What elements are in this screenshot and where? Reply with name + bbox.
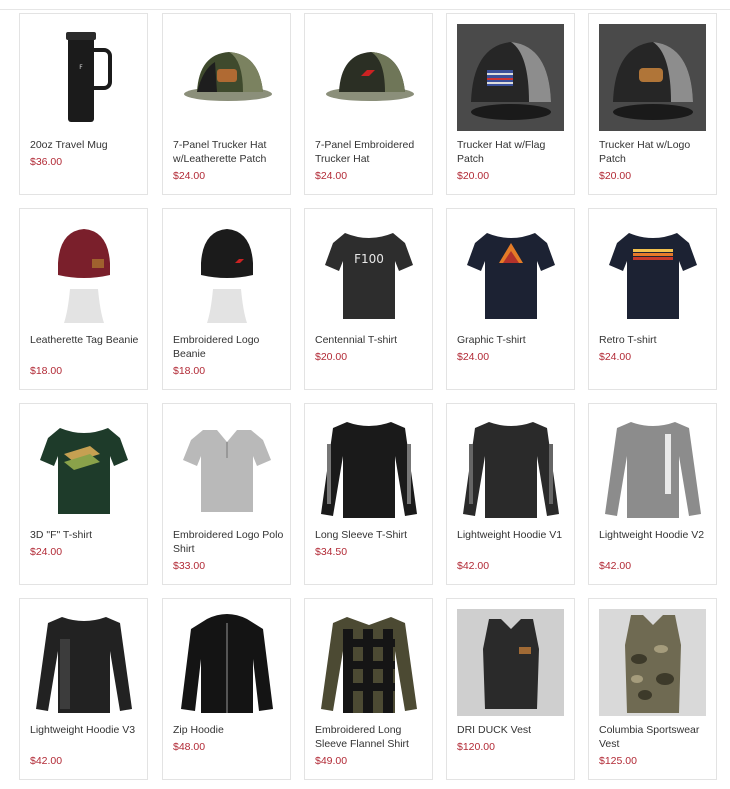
- product-name[interactable]: Embroidered Logo Beanie: [173, 333, 285, 361]
- product-card[interactable]: Embroidered Logo Polo Shirt $33.00: [162, 403, 291, 585]
- svg-text:F100: F100: [354, 252, 384, 266]
- svg-text:F: F: [79, 64, 83, 71]
- product-card[interactable]: DRI DUCK Vest $120.00: [446, 598, 575, 780]
- product-name[interactable]: Zip Hoodie: [173, 723, 285, 737]
- product-card[interactable]: F100 Centennial T-shirt $20.00: [304, 208, 433, 390]
- product-card[interactable]: Lightweight Hoodie V3 $42.00: [19, 598, 148, 780]
- product-card[interactable]: Leatherette Tag Beanie $18.00: [19, 208, 148, 390]
- product-card[interactable]: Long Sleeve T-Shirt $34.50: [304, 403, 433, 585]
- product-name[interactable]: 7-Panel Trucker Hat w/Leatherette Patch: [173, 138, 285, 166]
- product-name[interactable]: Leatherette Tag Beanie: [30, 333, 142, 347]
- product-price: $42.00: [457, 560, 490, 572]
- polo-icon[interactable]: [173, 414, 280, 521]
- product-price: $24.00: [457, 351, 490, 363]
- long-sleeve-icon[interactable]: [315, 414, 422, 521]
- product-price: $20.00: [599, 170, 632, 182]
- product-name[interactable]: Embroidered Long Sleeve Flannel Shirt: [315, 723, 427, 751]
- product-card[interactable]: Columbia Sportswear Vest $125.00: [588, 598, 717, 780]
- product-name[interactable]: Graphic T-shirt: [457, 333, 569, 347]
- product-name[interactable]: Trucker Hat w/Flag Patch: [457, 138, 569, 166]
- logo-hat-icon[interactable]: [599, 24, 706, 131]
- product-price: $18.00: [30, 365, 63, 377]
- product-card[interactable]: Retro T-shirt $24.00: [588, 208, 717, 390]
- product-name[interactable]: Trucker Hat w/Logo Patch: [599, 138, 711, 166]
- product-name[interactable]: Retro T-shirt: [599, 333, 711, 347]
- product-grid: F 20oz Travel Mug $36.00 7-Panel Trucker Ha…: [0, 0, 730, 789]
- long-sleeve-icon[interactable]: [30, 609, 137, 716]
- flannel-icon[interactable]: [315, 609, 422, 716]
- flag-hat-icon[interactable]: [457, 24, 564, 131]
- product-card[interactable]: Embroidered Long Sleeve Flannel Shirt $49…: [304, 598, 433, 780]
- product-name[interactable]: Centennial T-shirt: [315, 333, 427, 347]
- product-card[interactable]: 3D "F" T-shirt $24.00: [19, 403, 148, 585]
- product-card[interactable]: 7-Panel Trucker Hat w/Leatherette Patch $…: [162, 13, 291, 195]
- hoodie-icon[interactable]: [173, 609, 280, 716]
- vest-icon[interactable]: [599, 609, 706, 716]
- product-card[interactable]: Trucker Hat w/Logo Patch $20.00: [588, 13, 717, 195]
- product-name[interactable]: 3D "F" T-shirt: [30, 528, 142, 542]
- product-price: $49.00: [315, 755, 348, 767]
- product-name[interactable]: Lightweight Hoodie V1: [457, 528, 569, 542]
- product-card[interactable]: Lightweight Hoodie V2 $42.00: [588, 403, 717, 585]
- product-name[interactable]: 20oz Travel Mug: [30, 138, 142, 152]
- product-card[interactable]: Embroidered Logo Beanie $18.00: [162, 208, 291, 390]
- long-sleeve-icon[interactable]: [457, 414, 564, 521]
- product-card[interactable]: Graphic T-shirt $24.00: [446, 208, 575, 390]
- product-price: $24.00: [30, 546, 63, 558]
- product-name[interactable]: Lightweight Hoodie V3: [30, 723, 142, 737]
- product-price: $120.00: [457, 741, 495, 753]
- product-name[interactable]: DRI DUCK Vest: [457, 723, 569, 737]
- beanie-icon[interactable]: [30, 219, 137, 326]
- product-name[interactable]: 7-Panel Embroidered Trucker Hat: [315, 138, 427, 166]
- tshirt-icon[interactable]: [30, 414, 137, 521]
- trucker-hat-icon[interactable]: [315, 24, 422, 131]
- trucker-hat-icon[interactable]: [173, 24, 280, 131]
- product-price: $33.00: [173, 560, 206, 572]
- tshirt-icon[interactable]: F100: [315, 219, 422, 326]
- travel-mug-icon[interactable]: F: [30, 24, 137, 131]
- product-name[interactable]: Long Sleeve T-Shirt: [315, 528, 427, 542]
- vest-icon[interactable]: [457, 609, 564, 716]
- tshirt-icon[interactable]: [457, 219, 564, 326]
- product-card[interactable]: F 20oz Travel Mug $36.00: [19, 13, 148, 195]
- product-price: $125.00: [599, 755, 637, 767]
- product-name[interactable]: Columbia Sportswear Vest: [599, 723, 711, 751]
- product-name[interactable]: Lightweight Hoodie V2: [599, 528, 711, 542]
- product-price: $34.50: [315, 546, 348, 558]
- product-price: $20.00: [315, 351, 348, 363]
- product-card[interactable]: Trucker Hat w/Flag Patch $20.00: [446, 13, 575, 195]
- product-price: $36.00: [30, 156, 63, 168]
- long-sleeve-icon[interactable]: [599, 414, 706, 521]
- product-card[interactable]: Zip Hoodie $48.00: [162, 598, 291, 780]
- product-price: $20.00: [457, 170, 490, 182]
- tshirt-icon[interactable]: [599, 219, 706, 326]
- product-price: $24.00: [315, 170, 348, 182]
- product-price: $24.00: [173, 170, 206, 182]
- product-price: $42.00: [30, 755, 63, 767]
- product-card[interactable]: Lightweight Hoodie V1 $42.00: [446, 403, 575, 585]
- product-price: $18.00: [173, 365, 206, 377]
- product-price: $42.00: [599, 560, 632, 572]
- beanie-icon[interactable]: [173, 219, 280, 326]
- product-card[interactable]: 7-Panel Embroidered Trucker Hat $24.00: [304, 13, 433, 195]
- product-price: $24.00: [599, 351, 632, 363]
- product-name[interactable]: Embroidered Logo Polo Shirt: [173, 528, 285, 556]
- product-price: $48.00: [173, 741, 206, 753]
